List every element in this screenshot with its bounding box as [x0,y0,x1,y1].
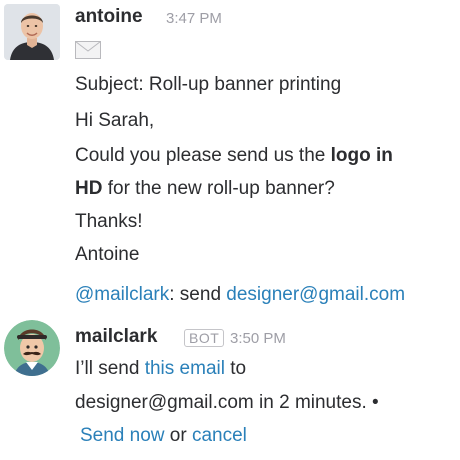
author-name[interactable]: antoine [75,6,143,28]
or-text: or [164,425,192,446]
email-thanks: Thanks! [75,211,143,232]
body-text: for the new roll-up banner? [102,178,335,199]
antoine-avatar[interactable] [4,4,60,60]
cancel-link[interactable]: cancel [192,425,247,446]
reply-text: I’ll send [75,358,145,379]
body-text: Could you please send us the [75,145,331,166]
body-bold-text: logo in [330,145,393,166]
this-email-link[interactable]: this email [145,358,225,379]
message-header: antoine 3:47 PM [75,6,460,32]
send-now-link[interactable]: Send now [80,425,165,446]
bot-badge: BOT [184,329,225,347]
reply-text: to [224,358,247,379]
bot-actions: Send now or cancel [80,425,247,447]
body-bold-text: HD [75,178,103,199]
command-text: : send [169,284,227,305]
bot-reply-line-2: designer@gmail.com in 2 minutes. • [75,392,379,413]
message-antoine: antoine 3:47 PM [75,6,460,32]
mailclark-command: @mailclark: send designer@gmail.com [75,284,405,306]
mailclark-avatar[interactable] [4,320,60,376]
email-body-line-2: HD for the new roll-up banner? [75,178,335,200]
email-address-link[interactable]: designer@gmail.com [226,284,405,305]
message-mailclark: mailclark BOT 3:50 PM [75,326,460,352]
mention-link[interactable]: @mailclark [75,284,169,305]
email-body-line-1: Could you please send us the logo in [75,145,393,167]
message-header: mailclark BOT 3:50 PM [75,326,460,352]
email-greeting: Hi Sarah, [75,110,155,131]
timestamp[interactable]: 3:50 PM [230,330,286,347]
timestamp[interactable]: 3:47 PM [166,10,222,27]
envelope-icon[interactable] [75,41,101,59]
author-name[interactable]: mailclark [75,326,157,348]
email-signature: Antoine [75,244,140,265]
email-subject: Subject: Roll-up banner printing [75,74,342,95]
bot-reply-line-1: I’ll send this email to [75,358,246,380]
